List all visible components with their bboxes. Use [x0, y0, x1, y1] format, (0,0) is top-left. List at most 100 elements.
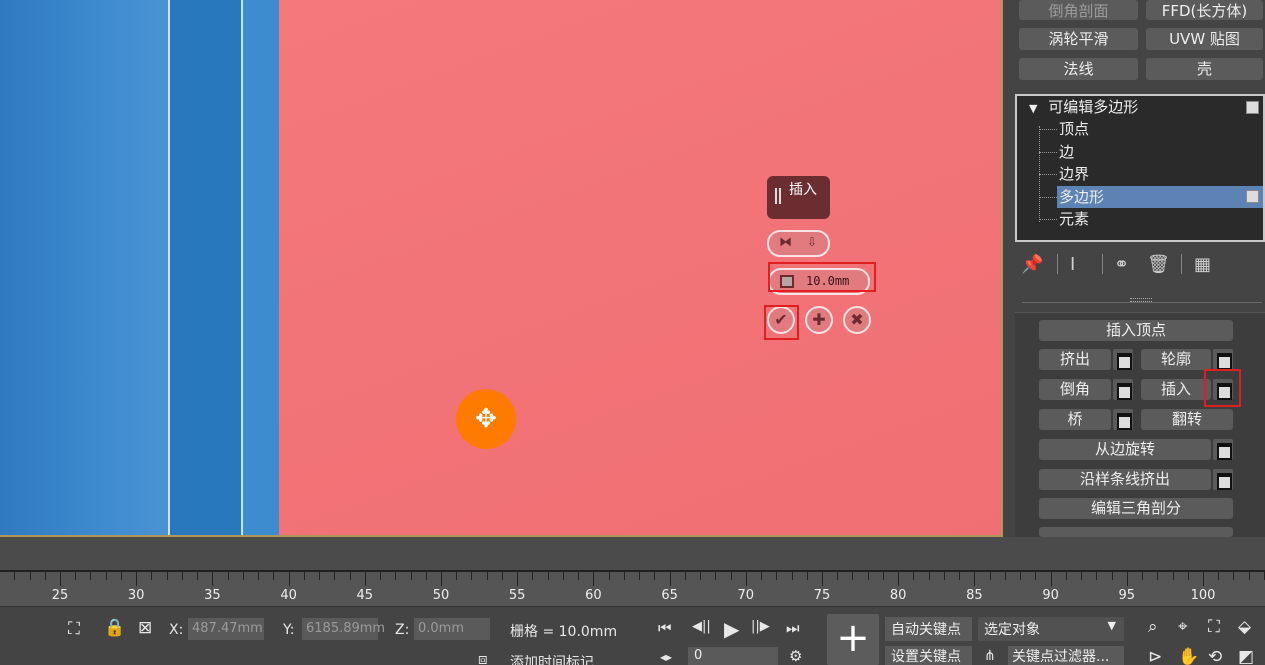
stack-item-polygon[interactable]: 多边形 — [1057, 186, 1263, 208]
show-end-result-icon[interactable]: Ⅰ — [1070, 254, 1075, 275]
outline-settings-icon[interactable] — [1213, 349, 1233, 370]
make-unique-icon[interactable]: ⚭ — [1114, 254, 1129, 275]
isolate-selection-icon[interactable]: ⛶ — [68, 619, 80, 639]
add-time-tag[interactable]: 添加时间标记 — [510, 652, 594, 665]
auto-key-button[interactable]: 自动关键点 — [885, 617, 972, 641]
edit-triangulation-button[interactable]: 编辑三角剖分 — [1039, 498, 1233, 519]
hinge-from-edge-button[interactable]: 从边旋转 — [1039, 439, 1211, 460]
stack-item-border[interactable]: 边界 — [1059, 163, 1089, 185]
inset-caddy-title[interactable]: 插入 — [767, 176, 830, 219]
modifier-normal-button[interactable]: 法线 — [1019, 58, 1138, 80]
extrude-along-spline-button[interactable]: 沿样条线挤出 — [1039, 469, 1211, 490]
pin-stack-icon[interactable]: 📌 — [1021, 254, 1043, 275]
ruler-tick — [974, 572, 976, 586]
separator — [1181, 254, 1182, 274]
tree-twig — [1039, 129, 1057, 130]
set-key-button[interactable]: 设置关键点 — [885, 646, 972, 665]
current-frame-field[interactable]: 0 — [688, 647, 778, 665]
extrude-button[interactable]: 挤出 — [1039, 349, 1111, 370]
time-tag-icon[interactable]: ⧈ — [478, 650, 488, 665]
flip-button[interactable]: 翻转 — [1141, 409, 1233, 430]
key-mode-toggle-icon[interactable]: ◂▸ — [660, 650, 672, 664]
modifier-bevel-profile-button[interactable]: 倒角剖面 — [1019, 0, 1138, 20]
blue-surface-right — [241, 0, 279, 535]
ruler-tick — [486, 572, 488, 580]
ruler-tick — [562, 572, 564, 580]
modifier-turbosmooth-button[interactable]: 涡轮平滑 — [1019, 28, 1138, 50]
bevel-button[interactable]: 倒角 — [1039, 379, 1111, 400]
go-to-start-icon[interactable]: ⏮ — [658, 619, 672, 637]
maximize-viewport-icon[interactable]: ◩ — [1238, 647, 1254, 665]
ruler-tick-label: 45 — [356, 588, 374, 603]
inset-type-dropdown[interactable]: ⧓ ⇩ — [767, 230, 830, 257]
ruler-tick — [837, 572, 839, 580]
zoom-extents-icon[interactable]: ⛶ — [1208, 617, 1220, 637]
ruler-tick — [806, 572, 808, 580]
key-filters-button[interactable]: 关键点过滤器... — [1008, 646, 1124, 665]
x-coordinate-field[interactable]: 487.47mm — [188, 618, 264, 640]
ruler-tick — [943, 572, 945, 580]
caddy-cancel-button[interactable]: ✖ — [843, 306, 871, 334]
ruler-tick — [608, 572, 610, 580]
stack-item-edge[interactable]: 边 — [1059, 141, 1074, 163]
extrude-settings-icon[interactable] — [1113, 349, 1133, 370]
lock-selection-icon[interactable]: 🔒 — [104, 618, 125, 638]
stack-polygon-toggle[interactable] — [1246, 190, 1259, 203]
ruler-tick — [181, 572, 183, 580]
ruler-tick — [745, 572, 747, 586]
insert-vertex-button[interactable]: 插入顶点 — [1039, 320, 1233, 341]
modifier-uvw-map-button[interactable]: UVW 贴图 — [1146, 28, 1263, 50]
configure-sets-icon[interactable]: ▦ — [1194, 254, 1211, 275]
y-coordinate-field[interactable]: 6185.89mm — [302, 618, 385, 640]
bevel-settings-icon[interactable] — [1113, 379, 1133, 400]
bridge-settings-icon[interactable] — [1113, 409, 1133, 430]
ruler-tick — [1050, 572, 1052, 586]
bridge-button[interactable]: 桥 — [1039, 409, 1111, 430]
set-keys-big-button[interactable]: + — [827, 614, 879, 665]
pan-hand-icon[interactable]: ✋ — [1178, 647, 1199, 665]
selected-polygon-face[interactable] — [279, 0, 1001, 535]
zoom-extents-all-icon[interactable]: ⬙ — [1238, 617, 1251, 637]
ruler-tick — [105, 572, 107, 580]
ruler-tick — [75, 572, 77, 580]
next-frame-icon[interactable]: ||▶ — [751, 619, 770, 634]
modifier-stack[interactable]: ▼ 可编辑多边形 顶点 边 边界 多边形 元素 — [1015, 94, 1265, 242]
ruler-tick — [425, 572, 427, 580]
absolute-mode-icon[interactable]: ⊠ — [138, 618, 152, 638]
extrude-spline-settings-icon[interactable] — [1213, 469, 1233, 490]
field-of-view-icon[interactable]: ⊳ — [1148, 647, 1162, 665]
ruler-tick — [364, 572, 366, 586]
modifier-ffd-box-button[interactable]: FFD(长方体) — [1146, 0, 1263, 20]
key-selection-dropdown[interactable]: 选定对象 ▼ — [978, 617, 1124, 641]
modifier-shell-button[interactable]: 壳 — [1146, 58, 1263, 80]
play-icon[interactable]: ▶ — [724, 617, 739, 641]
zoom-icon[interactable]: ⌕ — [1148, 617, 1158, 637]
inset-button[interactable]: 插入 — [1141, 379, 1211, 400]
ruler-tick-label: 65 — [661, 588, 678, 603]
caddy-grip-icon[interactable] — [775, 188, 781, 204]
move-gizmo-icon[interactable]: ✥ — [456, 389, 516, 449]
remove-modifier-icon[interactable]: 🗑 — [1147, 254, 1170, 275]
expand-arrow-icon[interactable]: ▼ — [1029, 102, 1037, 115]
go-to-end-icon[interactable]: ⏭ — [786, 619, 800, 637]
time-configuration-icon[interactable]: ⚙ — [789, 647, 802, 665]
track-bar-ruler[interactable]: 25 30 35 40 45 50 55 60 65 70 75 80 85 90 95 100 — [0, 572, 1265, 606]
hinge-settings-icon[interactable] — [1213, 439, 1233, 460]
highlight-amount — [768, 262, 876, 292]
stack-root-toggle[interactable] — [1246, 101, 1259, 114]
ruler-tick — [730, 572, 732, 580]
outline-button[interactable]: 轮廓 — [1141, 349, 1211, 370]
stack-item-vertex[interactable]: 顶点 — [1059, 118, 1089, 140]
retriangulate-button-partial[interactable] — [1039, 527, 1233, 537]
previous-frame-icon[interactable]: ◀|| — [692, 619, 711, 634]
key-filter-icon[interactable]: ⋔ — [984, 648, 996, 664]
caddy-apply-button[interactable]: ✚ — [805, 306, 833, 334]
ruler-tick — [1096, 572, 1098, 580]
stack-root-editable-poly[interactable]: ▼ 可编辑多边形 — [1029, 96, 1138, 118]
stack-item-element[interactable]: 元素 — [1059, 208, 1089, 230]
ruler-tick — [882, 572, 884, 580]
orbit-icon[interactable]: ⟲ — [1208, 647, 1222, 665]
zoom-all-icon[interactable]: ⌖ — [1178, 617, 1188, 637]
ruler-tick — [517, 572, 519, 586]
z-coordinate-field[interactable]: 0.0mm — [414, 618, 490, 640]
